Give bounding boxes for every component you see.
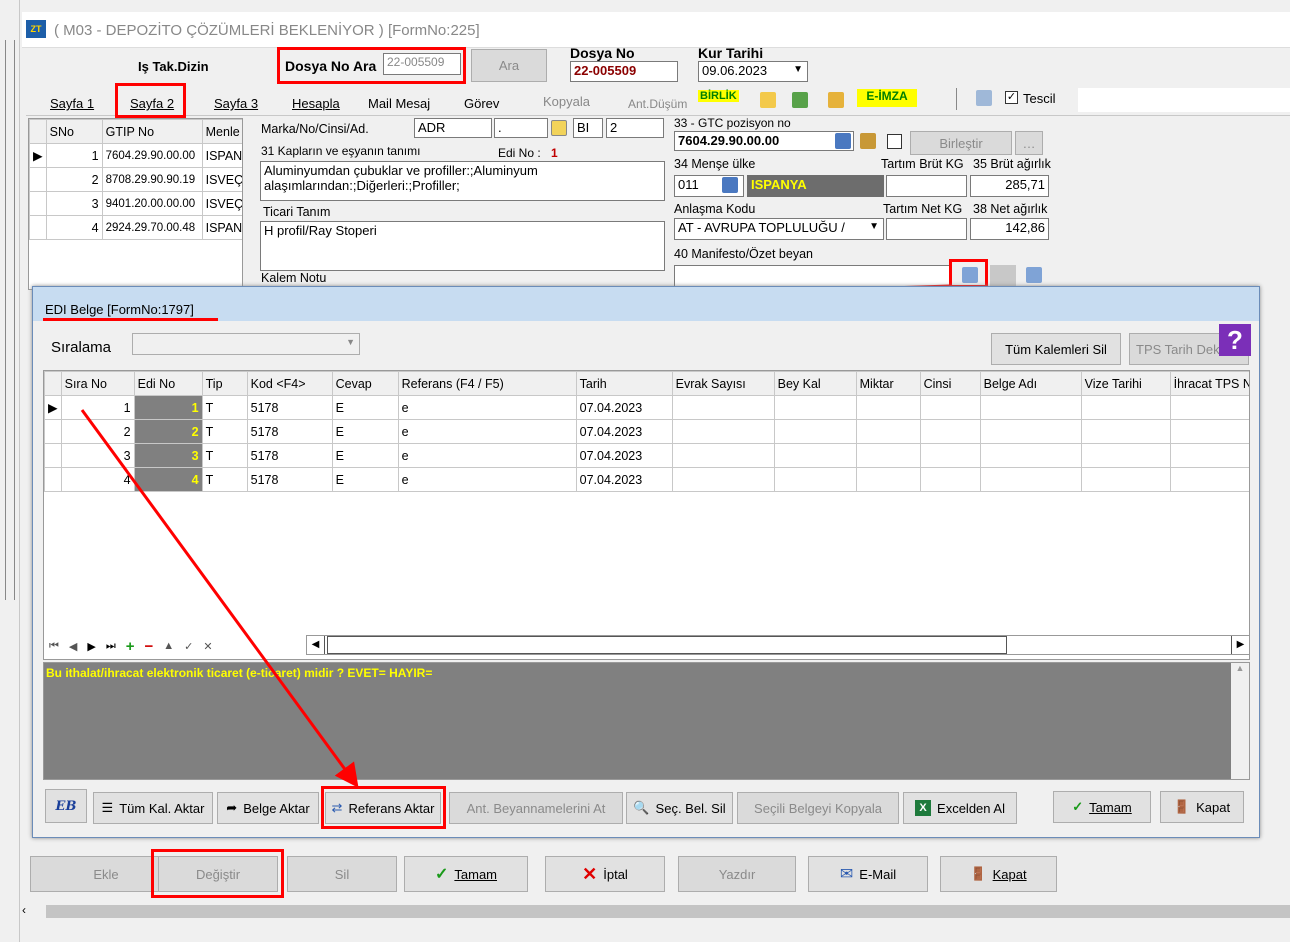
iptal-label: İptal (603, 866, 628, 882)
scroll-left-icon[interactable]: ‹ (22, 903, 26, 917)
scroll-track[interactable] (46, 905, 1290, 918)
degistir-button[interactable]: Değiştir (158, 856, 278, 892)
tamam-button[interactable]: ✓ Tamam (404, 856, 528, 892)
door-exit-icon: 🚪 (970, 866, 987, 881)
close-icon: ✕ (582, 863, 598, 884)
kapat-button[interactable]: 🚪 Kapat (940, 856, 1057, 892)
email-button[interactable]: ✉ E-Mail (808, 856, 928, 892)
bottom-scrollbar[interactable]: ‹ (20, 903, 1290, 920)
yazdir-button[interactable]: Yazdır (678, 856, 796, 892)
email-label: E-Mail (859, 866, 897, 882)
annotation-arrow-referans (80, 409, 359, 788)
kapat-label: Kapat (992, 866, 1027, 882)
check-icon: ✓ (434, 866, 449, 883)
envelope-icon: ✉ (839, 866, 854, 883)
tamam-label: Tamam (454, 866, 498, 882)
arrow-to-referans-aktar (80, 409, 359, 788)
iptal-button[interactable]: ✕ İptal (545, 856, 665, 892)
sil-button[interactable]: Sil (287, 856, 397, 892)
